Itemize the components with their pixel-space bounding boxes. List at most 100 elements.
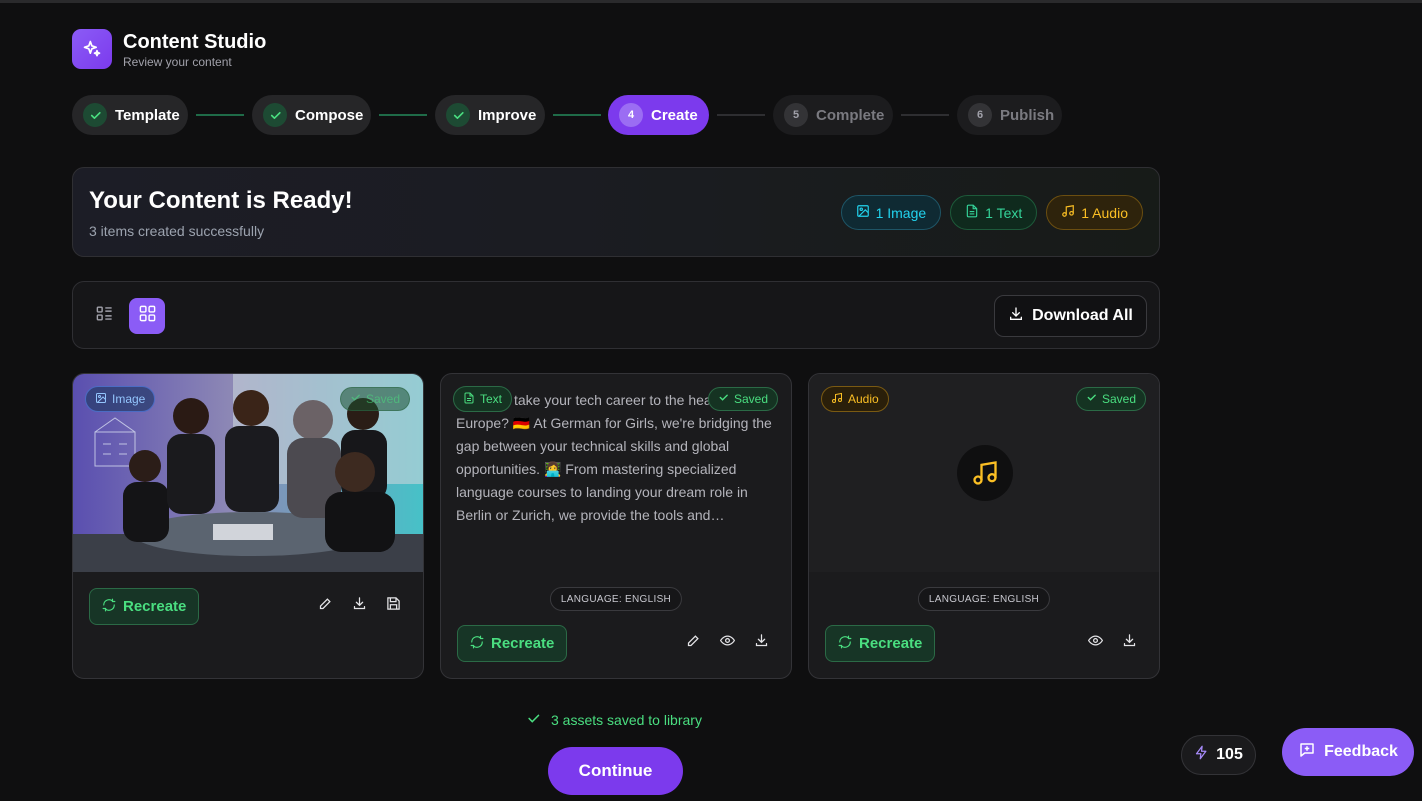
download-icon	[352, 596, 367, 616]
check-icon	[446, 103, 470, 127]
eye-icon	[719, 633, 735, 653]
recreate-label: Recreate	[491, 635, 555, 652]
step-label: Complete	[816, 106, 885, 124]
credits-count: 105	[1216, 746, 1243, 763]
grid-icon	[138, 304, 157, 328]
step-improve[interactable]: Improve	[435, 95, 545, 135]
download-button[interactable]	[751, 633, 771, 653]
audio-count-badge: 1 Audio	[1046, 195, 1143, 230]
step-publish[interactable]: 6 Publish	[957, 95, 1062, 135]
continue-button[interactable]: Continue	[548, 747, 683, 795]
step-compose[interactable]: Compose	[252, 95, 371, 135]
audio-asset-card: Audio Saved LANGUAGE: ENGLISH Recreate	[808, 373, 1160, 679]
image-count-badge: 1 Image	[840, 195, 942, 230]
text-asset-card: take your tech career to the heart of Eu…	[440, 373, 792, 679]
download-all-label: Download All	[1032, 307, 1133, 324]
step-connector	[379, 114, 427, 116]
credits-badge[interactable]: 105	[1181, 735, 1256, 775]
type-label: Text	[480, 392, 503, 406]
top-divider	[0, 0, 1422, 3]
recreate-button[interactable]: Recreate	[825, 625, 936, 662]
floppy-disk-icon	[386, 596, 401, 616]
saved-label: Saved	[733, 392, 768, 406]
step-label: Create	[651, 106, 698, 124]
refresh-icon	[102, 598, 116, 616]
message-plus-icon	[1298, 741, 1316, 764]
recreate-button[interactable]: Recreate	[457, 625, 568, 662]
download-icon	[754, 633, 769, 653]
step-number: 5	[784, 103, 808, 127]
language-badge: LANGUAGE: ENGLISH	[549, 587, 683, 611]
saved-badge: Saved	[707, 387, 778, 411]
app-header: Content Studio Review your content	[72, 29, 266, 69]
list-icon	[95, 304, 114, 328]
music-icon	[1061, 204, 1075, 221]
refresh-icon	[470, 635, 484, 653]
preview-button[interactable]	[1085, 633, 1105, 653]
step-label: Publish	[1000, 106, 1055, 124]
edit-button[interactable]	[315, 596, 335, 616]
check-icon	[263, 103, 287, 127]
pencil-icon	[318, 596, 333, 616]
download-icon	[1008, 306, 1024, 327]
step-label: Improve	[478, 106, 537, 124]
check-icon	[718, 392, 729, 406]
text-preview-body: take your tech career to the heart of Eu…	[456, 392, 772, 523]
step-connector	[196, 114, 244, 116]
step-complete[interactable]: 5 Complete	[773, 95, 893, 135]
step-number: 6	[968, 103, 992, 127]
save-button[interactable]	[383, 596, 403, 616]
document-icon	[463, 392, 475, 407]
check-icon	[1086, 392, 1097, 406]
download-button[interactable]	[349, 596, 369, 616]
image-icon	[856, 204, 870, 221]
step-template[interactable]: Template	[72, 95, 188, 135]
grid-view-button[interactable]	[129, 298, 165, 334]
download-icon	[1122, 633, 1137, 653]
pencil-icon	[686, 633, 701, 653]
edit-button[interactable]	[683, 633, 703, 653]
saved-label: Saved	[365, 392, 400, 406]
lightning-icon	[1194, 745, 1209, 765]
refresh-icon	[838, 635, 852, 653]
step-connector	[901, 114, 949, 116]
list-view-button[interactable]	[86, 298, 122, 334]
text-count-badge: 1 Text	[950, 195, 1038, 230]
type-badge-image: Image	[85, 386, 156, 412]
download-button[interactable]	[1119, 633, 1139, 653]
banner-title: Your Content is Ready!	[89, 187, 353, 214]
audio-count-label: 1 Audio	[1081, 204, 1128, 221]
preview-button[interactable]	[717, 633, 737, 653]
step-label: Compose	[295, 106, 364, 124]
check-icon	[350, 392, 361, 406]
sparkles-icon	[72, 29, 112, 69]
language-badge: LANGUAGE: ENGLISH	[917, 587, 1051, 611]
type-badge-text: Text	[453, 386, 513, 412]
recreate-button[interactable]: Recreate	[89, 588, 200, 625]
saved-to-library-note: 3 assets saved to library	[526, 711, 702, 729]
view-toolbar: Download All	[72, 281, 1160, 349]
image-icon	[95, 392, 107, 407]
step-connector	[717, 114, 765, 116]
type-badge-audio: Audio	[821, 386, 889, 412]
step-create[interactable]: 4 Create	[608, 95, 709, 135]
download-all-button[interactable]: Download All	[994, 295, 1147, 337]
step-number: 4	[619, 103, 643, 127]
banner-subtitle: 3 items created successfully	[89, 223, 265, 239]
saved-badge: Saved	[339, 387, 410, 411]
text-count-label: 1 Text	[985, 204, 1023, 221]
step-connector	[553, 114, 601, 116]
saved-note-label: 3 assets saved to library	[551, 712, 702, 728]
feedback-label: Feedback	[1324, 743, 1398, 760]
app-title: Content Studio	[123, 30, 267, 53]
type-label: Audio	[848, 392, 879, 406]
image-count-label: 1 Image	[875, 204, 927, 221]
feedback-button[interactable]: Feedback	[1282, 728, 1414, 776]
saved-badge: Saved	[1075, 387, 1146, 411]
saved-label: Saved	[1101, 392, 1136, 406]
document-icon	[965, 204, 979, 221]
check-icon	[526, 711, 541, 729]
eye-icon	[1087, 633, 1103, 653]
content-ready-banner: Your Content is Ready! 3 items created s…	[72, 167, 1160, 257]
music-icon	[831, 392, 843, 407]
